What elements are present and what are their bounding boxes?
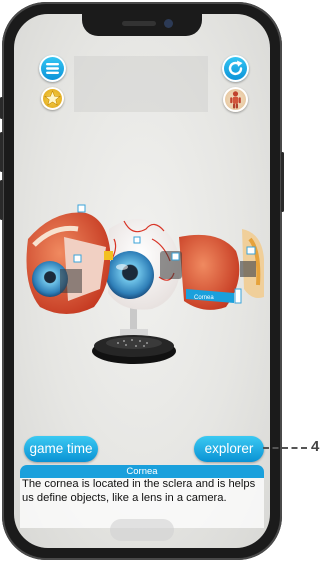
star-icon	[44, 90, 61, 106]
eye-model-3d[interactable]: Cornea	[14, 189, 270, 399]
refresh-button[interactable]	[222, 55, 249, 82]
callout-line	[263, 447, 307, 449]
app-screen: Cornea game time explorer Cornea The cor…	[14, 14, 270, 548]
home-indicator-area	[110, 519, 174, 541]
human-body-icon	[230, 91, 241, 109]
power-button	[281, 152, 284, 212]
model-stand	[92, 307, 176, 364]
info-panel-text: The cornea is located in the sclera and …	[22, 478, 256, 504]
mute-switch	[0, 97, 3, 119]
volume-down-button	[0, 180, 3, 220]
callout-number: 4	[311, 438, 320, 455]
star-button[interactable]	[41, 87, 64, 110]
speaker	[122, 21, 156, 26]
menu-button[interactable]	[39, 55, 66, 82]
refresh-icon	[228, 60, 243, 76]
notch	[82, 14, 202, 36]
phone-frame: Cornea game time explorer Cornea The cor…	[0, 2, 284, 560]
top-overlay-panel	[74, 56, 208, 112]
explorer-button[interactable]: explorer	[194, 436, 264, 462]
menu-icon	[46, 63, 59, 74]
info-panel-title: Cornea	[20, 465, 264, 478]
anatomy-button[interactable]	[223, 87, 248, 112]
game-time-button[interactable]: game time	[24, 436, 98, 462]
volume-up-button	[0, 132, 3, 172]
eye-section-center	[106, 219, 182, 310]
front-camera	[164, 19, 173, 28]
cornea-tag-label: Cornea	[194, 295, 214, 301]
